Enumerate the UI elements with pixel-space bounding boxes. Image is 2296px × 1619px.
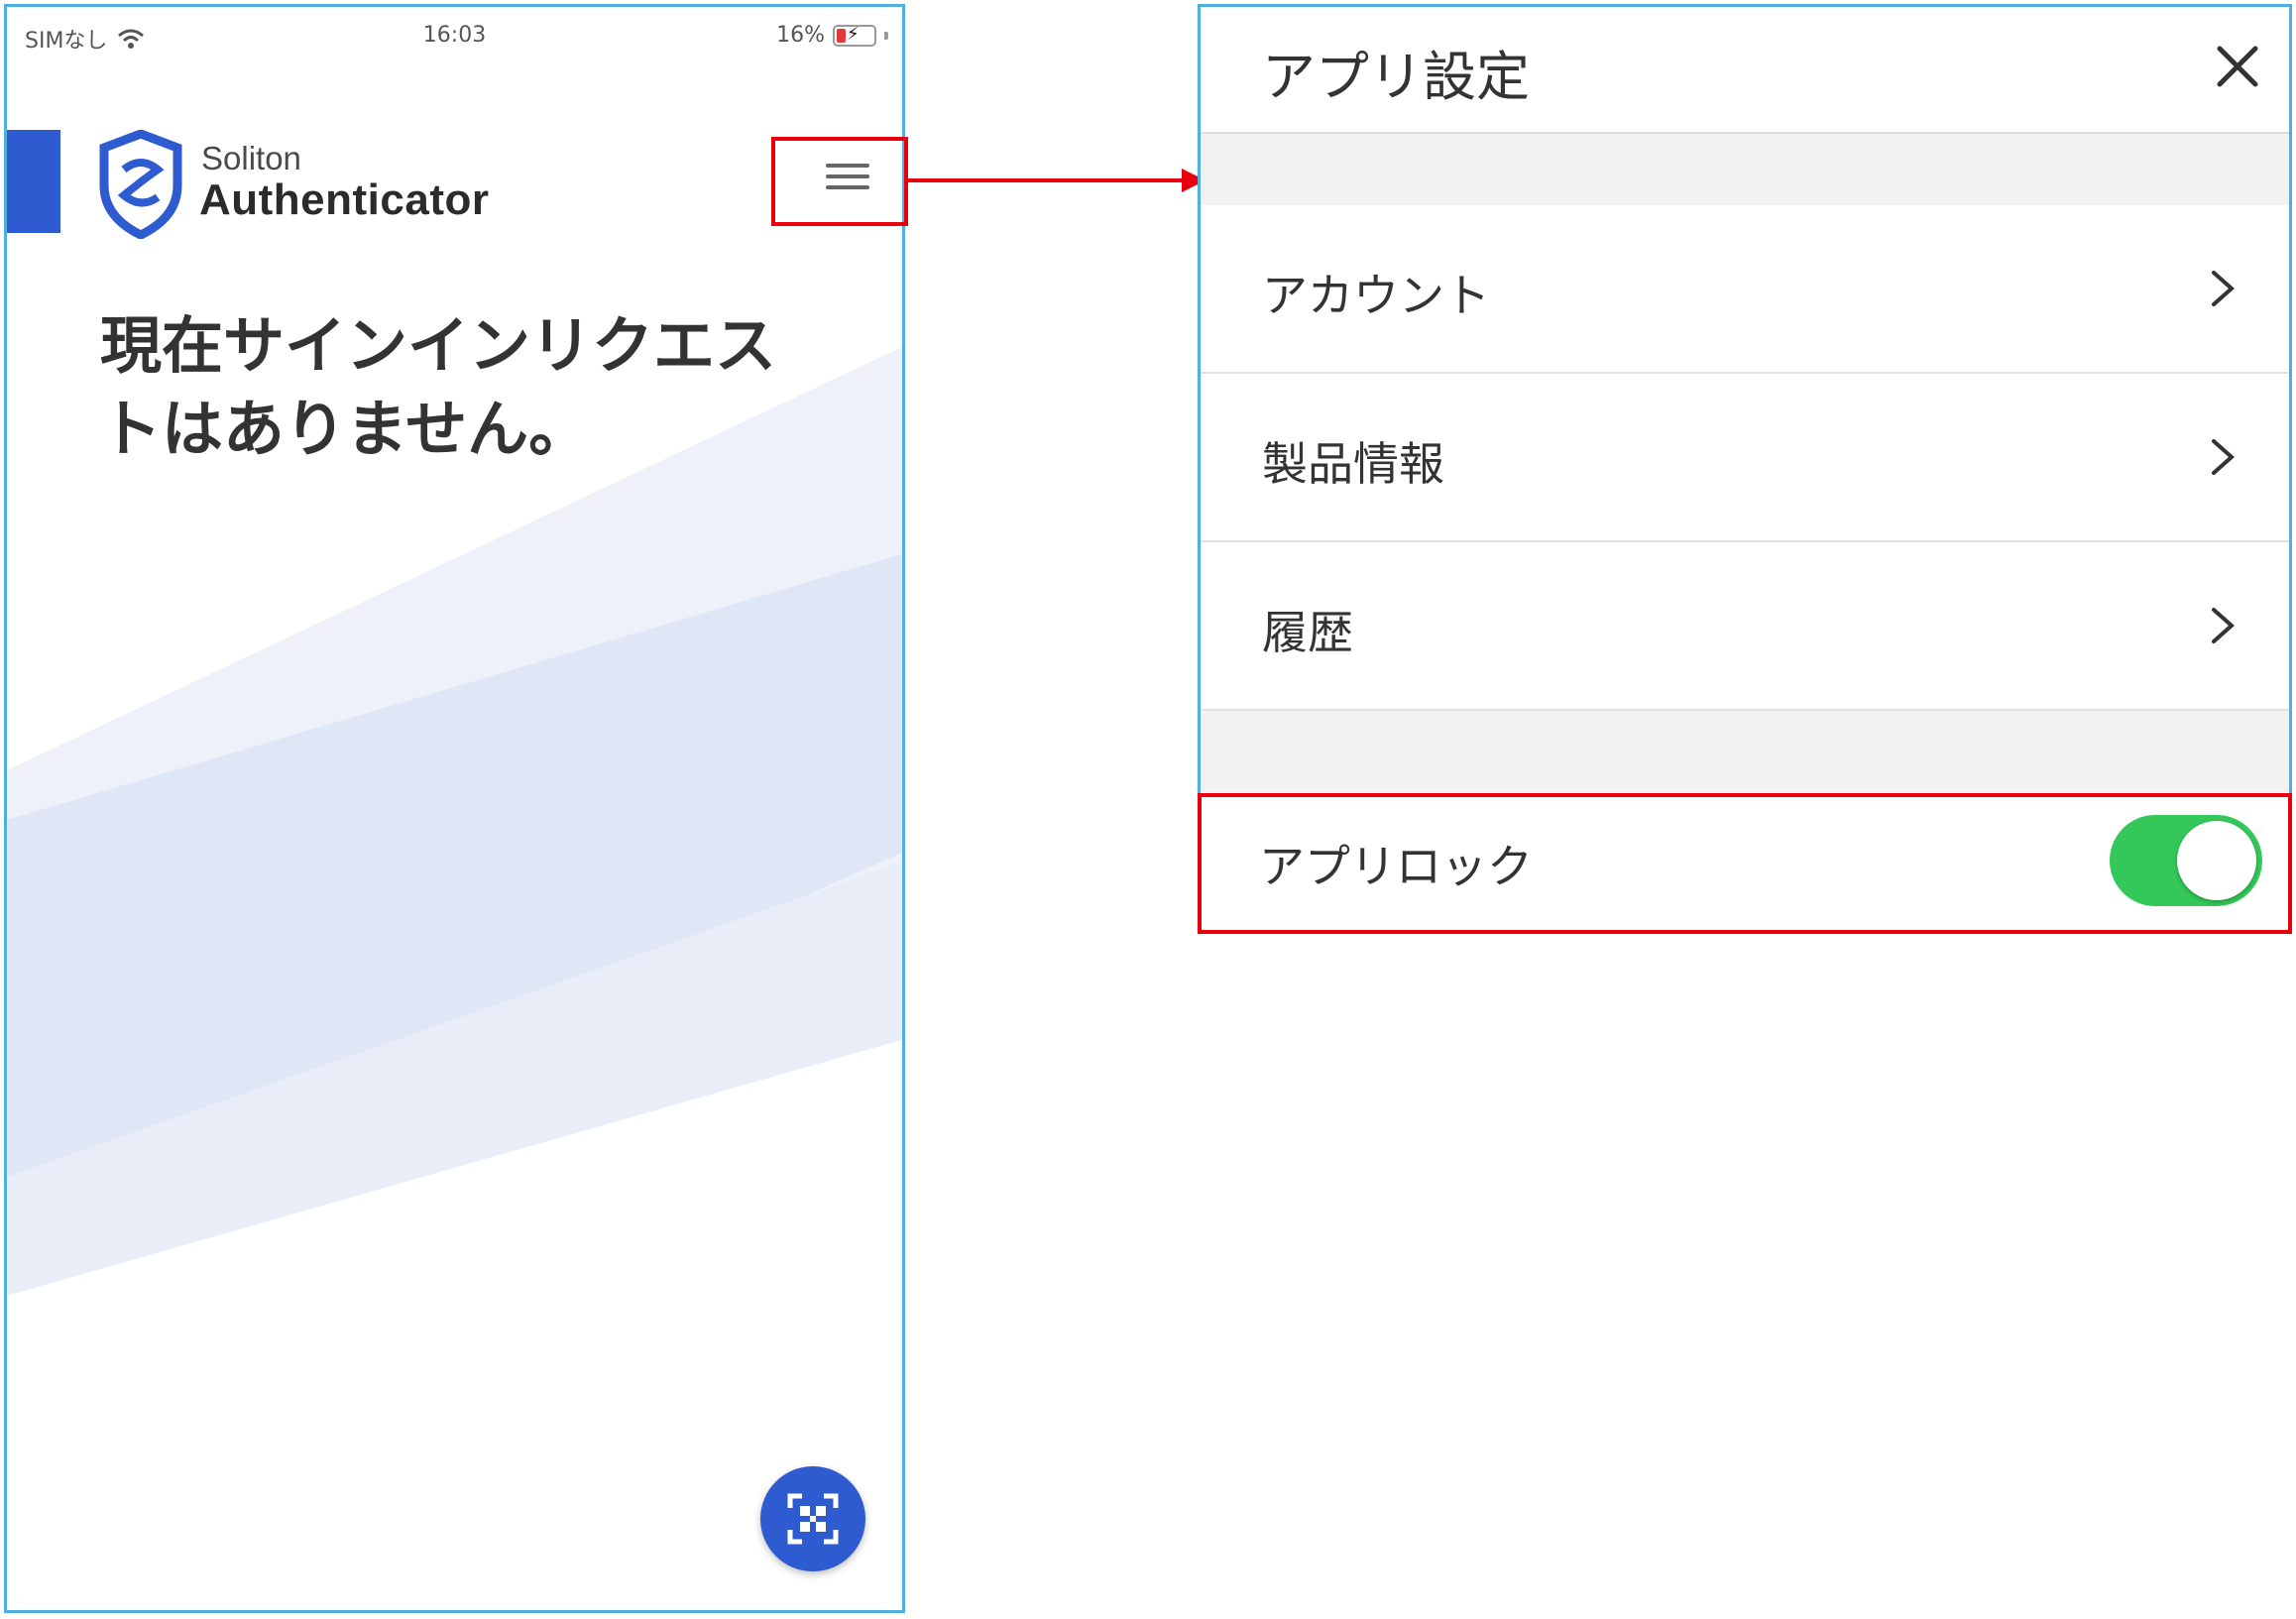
chevron-right-icon [2212,271,2236,306]
annotation-arrow [908,178,1186,182]
settings-item-account[interactable]: アカウント [1201,205,2289,374]
status-time: 16:03 [422,23,487,48]
brand-accent-bar [7,130,60,233]
settings-panel: アプリ設定 アカウント 製品情報 履歴 [1198,4,2292,800]
chevron-right-icon [2212,608,2236,643]
settings-item-history[interactable]: 履歴 [1201,542,2289,711]
qr-scan-button[interactable] [760,1466,865,1571]
battery-percent: 16% [776,23,825,48]
close-icon[interactable] [2214,43,2261,90]
brand-title: Authenticator [199,175,490,224]
settings-item-product-info[interactable]: 製品情報 [1201,374,2289,542]
qr-scan-icon [787,1493,839,1545]
settings-item-label: アカウント [1262,269,1490,322]
background-bands [7,346,902,1296]
settings-title: アプリ設定 [1262,46,1530,108]
settings-header: アプリ設定 [1201,7,2289,134]
brand-subtitle: Soliton [201,140,301,176]
section-spacer [1201,134,2289,205]
status-bar: SIMなし 16:03 16% ⚡ [7,7,902,62]
empty-request-message: 現在サインインリクエストはありません。 [100,309,777,465]
section-spacer [1201,711,2289,800]
chevron-right-icon [2212,439,2236,475]
menu-highlight-box [771,137,908,226]
battery-icon: ⚡ [833,24,876,47]
phone-screen: SIMなし 16:03 16% ⚡ Soliton Authenticator … [4,4,905,1613]
shield-logo-icon [99,130,182,239]
settings-item-label: 履歴 [1262,606,1353,659]
settings-item-label: 製品情報 [1262,437,1444,491]
app-lock-highlight-box [1198,793,2292,934]
